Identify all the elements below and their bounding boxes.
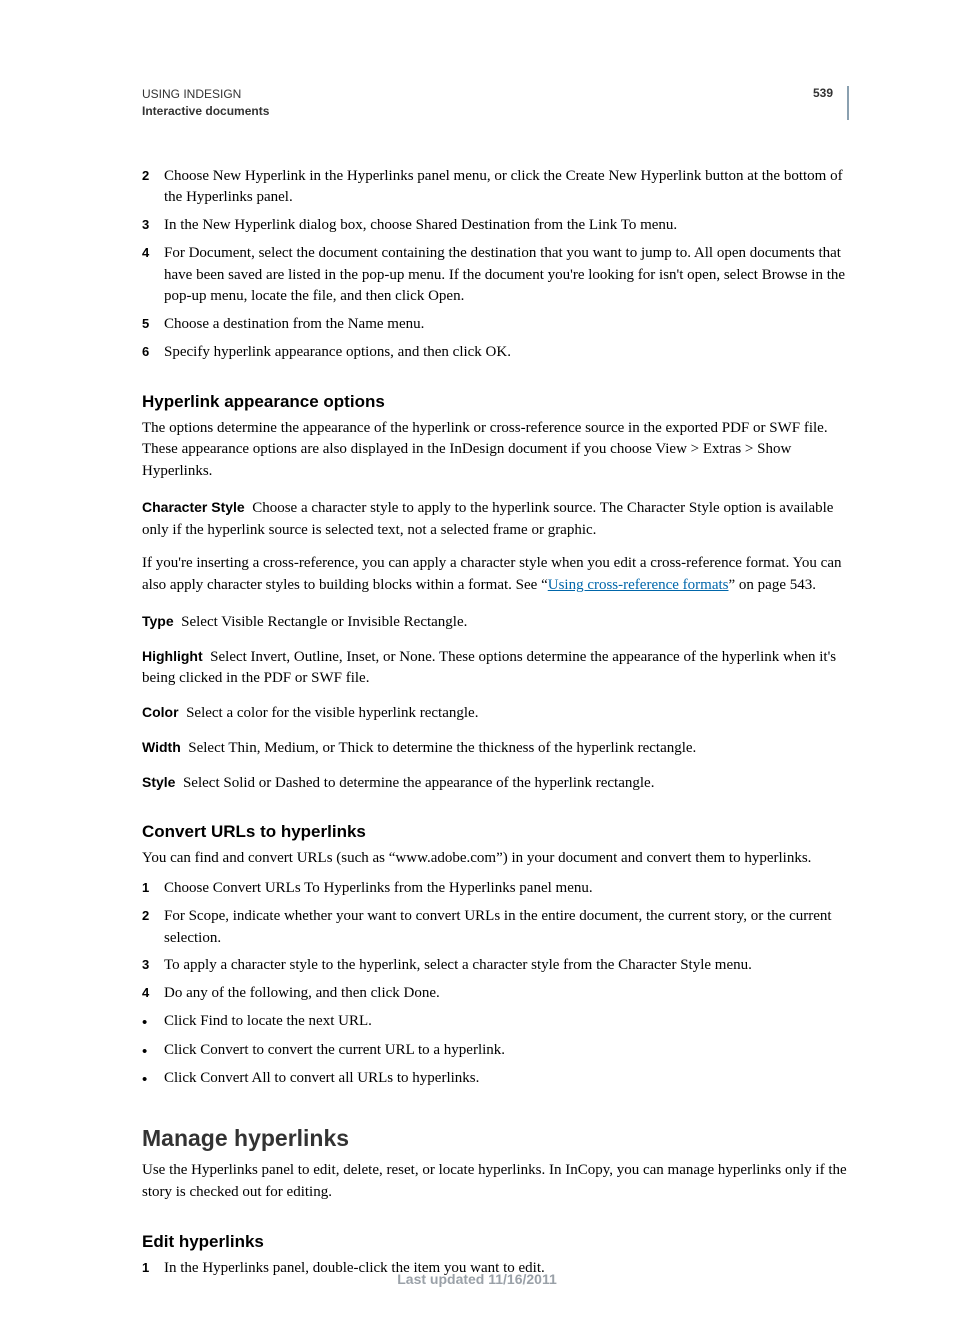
def-body: Select Invert, Outline, Inset, or None. … [142,649,836,687]
steps-convert: 1Choose Convert URLs To Hyperlinks from … [142,878,849,1005]
manage-intro: Use the Hyperlinks panel to edit, delete… [142,1160,849,1204]
page-header: USING INDESIGN Interactive documents 539 [142,86,849,120]
def-body: Select Thin, Medium, or Thick to determi… [188,740,696,756]
list-item: 3In the New Hyperlink dialog box, choose… [142,215,849,237]
term: Width [142,739,181,755]
step-text: For Document, select the document contai… [164,243,849,308]
convert-intro: You can find and convert URLs (such as “… [142,848,849,870]
list-item: 6Specify hyperlink appearance options, a… [142,342,849,364]
def-color: Color Select a color for the visible hyp… [142,702,849,725]
bullet-icon: • [142,1011,164,1034]
bullet-icon: • [142,1040,164,1063]
step-text: Choose Convert URLs To Hyperlinks from t… [164,878,849,900]
def-highlight: Highlight Select Invert, Outline, Inset,… [142,646,849,691]
bullets-convert: •Click Find to locate the next URL. •Cli… [142,1011,849,1091]
def-character-style: Character Style Choose a character style… [142,497,849,542]
def-body: Select Visible Rectangle or Invisible Re… [181,614,467,630]
page-number: 539 [813,86,833,100]
step-text: Do any of the following, and then click … [164,983,849,1005]
step-number: 3 [142,215,164,237]
bullet-text: Click Find to locate the next URL. [164,1011,849,1034]
appearance-intro: The options determine the appearance of … [142,418,849,483]
term: Character Style [142,499,245,515]
xref-post: ” on page 543. [729,577,816,593]
bullet-icon: • [142,1068,164,1091]
heading-convert: Convert URLs to hyperlinks [142,822,849,842]
bullet-text: Click Convert All to convert all URLs to… [164,1068,849,1091]
list-item: 4Do any of the following, and then click… [142,983,849,1005]
bullet-text: Click Convert to convert the current URL… [164,1040,849,1063]
step-text: To apply a character style to the hyperl… [164,955,849,977]
list-item: 5Choose a destination from the Name menu… [142,314,849,336]
step-number: 1 [142,878,164,900]
list-item: •Click Convert to convert the current UR… [142,1040,849,1063]
steps-top: 2Choose New Hyperlink in the Hyperlinks … [142,166,849,364]
step-text: Choose a destination from the Name menu. [164,314,849,336]
list-item: •Click Convert All to convert all URLs t… [142,1068,849,1091]
term: Type [142,613,174,629]
step-number: 4 [142,983,164,1005]
step-number: 4 [142,243,164,308]
list-item: 3To apply a character style to the hyper… [142,955,849,977]
step-number: 2 [142,906,164,950]
step-text: Choose New Hyperlink in the Hyperlinks p… [164,166,849,210]
step-text: In the New Hyperlink dialog box, choose … [164,215,849,237]
header-left: USING INDESIGN Interactive documents [142,86,269,120]
def-body: Select a color for the visible hyperlink… [186,705,478,721]
doc-subtitle: Interactive documents [142,103,269,120]
list-item: 2Choose New Hyperlink in the Hyperlinks … [142,166,849,210]
step-text: For Scope, indicate whether your want to… [164,906,849,950]
step-number: 2 [142,166,164,210]
heading-appearance: Hyperlink appearance options [142,392,849,412]
step-text: Specify hyperlink appearance options, an… [164,342,849,364]
term: Color [142,704,179,720]
xref-paragraph: If you're inserting a cross-reference, y… [142,553,849,597]
step-number: 6 [142,342,164,364]
term: Highlight [142,648,203,664]
def-style: Style Select Solid or Dashed to determin… [142,772,849,795]
heading-manage: Manage hyperlinks [142,1125,849,1152]
list-item: •Click Find to locate the next URL. [142,1011,849,1034]
list-item: 4For Document, select the document conta… [142,243,849,308]
list-item: 2For Scope, indicate whether your want t… [142,906,849,950]
list-item: 1Choose Convert URLs To Hyperlinks from … [142,878,849,900]
step-number: 3 [142,955,164,977]
step-number: 5 [142,314,164,336]
term: Style [142,774,175,790]
page: USING INDESIGN Interactive documents 539… [0,0,954,1343]
doc-title: USING INDESIGN [142,86,269,103]
def-body: Choose a character style to apply to the… [142,500,833,538]
xref-link[interactable]: Using cross-reference formats [548,577,729,593]
def-width: Width Select Thin, Medium, or Thick to d… [142,737,849,760]
def-type: Type Select Visible Rectangle or Invisib… [142,611,849,634]
def-body: Select Solid or Dashed to determine the … [183,775,654,791]
page-footer: Last updated 11/16/2011 [0,1271,954,1287]
